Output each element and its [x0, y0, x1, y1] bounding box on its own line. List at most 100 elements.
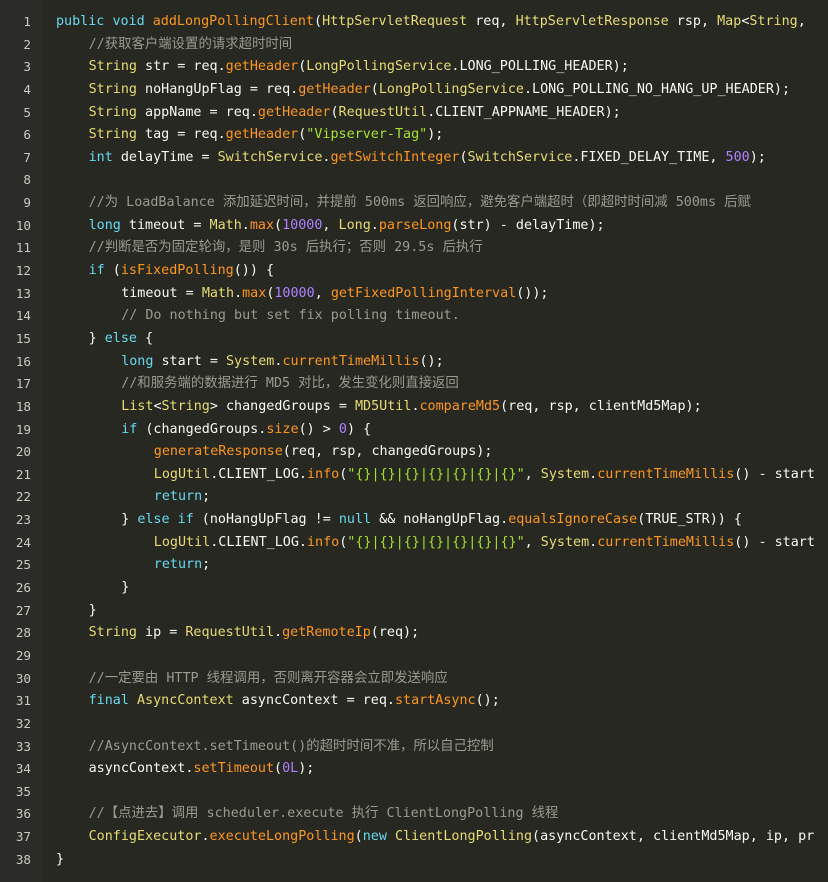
code-token: int	[88, 149, 113, 165]
code-text: }	[89, 600, 97, 623]
code-line[interactable]: 13 timeout = Math.max(10000, getFixedPoll…	[0, 283, 828, 306]
code-line[interactable]: 3 String str = req.getHeader(LongPollingS…	[0, 56, 828, 79]
code-token: .LONG_POLLING_HEADER);	[451, 59, 629, 75]
code-text: String noHangUpFlag = req.getHeader(Long…	[89, 79, 790, 102]
code-token: delayTime =	[112, 149, 218, 165]
code-token: "{}|{}|{}|{}|{}|{}|{}"	[347, 466, 525, 482]
code-token: ClientLongPolling	[394, 829, 533, 845]
line-number: 17	[15, 376, 31, 392]
code-editor[interactable]: 1 public void addLongPollingClient(HttpSe…	[0, 0, 828, 882]
code-line[interactable]: 30 //一定要由 HTTP 线程调用，否则离开容器会立即发送响应	[0, 668, 828, 691]
code-line[interactable]: 26}	[0, 577, 828, 600]
code-text: }	[56, 849, 64, 872]
code-token: String	[749, 14, 798, 29]
code-line[interactable]: 18 List<String> changedGroups = MD5Util.c…	[0, 396, 828, 419]
code-line[interactable]: 37 ConfigExecutor.executeLongPolling(new …	[0, 826, 828, 849]
code-line[interactable]: 28 String ip = RequestUtil.getRemoteIp(re…	[0, 622, 828, 645]
code-token: (noHangUpFlag !=	[193, 512, 339, 528]
code-line[interactable]: 34 asyncContext.setTimeout(0L);	[0, 758, 828, 781]
line-number: 9	[23, 195, 31, 211]
line-number: 20	[15, 444, 31, 460]
line-number: 22	[15, 489, 31, 505]
code-text: return;	[154, 486, 210, 509]
code-token: info	[306, 466, 340, 482]
code-line[interactable]: 17 //和服务端的数据进行 MD5 对比，发生变化则直接返回	[0, 373, 828, 396]
code-token: LongPollingService	[306, 59, 452, 75]
code-line[interactable]: 38}	[0, 849, 828, 872]
code-line[interactable]: 14 // Do nothing but set fix polling time…	[0, 305, 828, 328]
line-number: 14	[15, 308, 31, 324]
code-token: LongPollingService	[378, 81, 524, 97]
code-line[interactable]: 11 //判断是否为固定轮询，是则 30s 后执行；否则 29.5s 后执行	[0, 237, 828, 260]
code-line[interactable]: 32	[0, 713, 828, 736]
code-line[interactable]: 10 long timeout = Math.max(10000, Long.pa…	[0, 215, 828, 238]
code-token: ) {	[346, 421, 372, 437]
code-line[interactable]: 7 int delayTime = SwitchService.getSwitch…	[0, 147, 828, 170]
code-text: ConfigExecutor.executeLongPolling(new Cl…	[89, 826, 815, 849]
code-token: (str) - delayTime);	[451, 217, 605, 233]
code-token: ,	[524, 534, 541, 550]
code-token: getHeader	[257, 104, 331, 120]
line-number: 30	[15, 670, 31, 686]
code-line[interactable]: 33 //AsyncContext.setTimeout()的超时时间不准，所以自…	[0, 736, 828, 759]
code-line[interactable]: 35	[0, 781, 828, 804]
code-token: return	[153, 557, 203, 573]
line-number: 35	[15, 783, 31, 799]
code-token: .LONG_POLLING_NO_HANG_UP_HEADER);	[523, 81, 791, 97]
code-line[interactable]: 12 if (isFixedPolling()) {	[0, 260, 828, 283]
code-token: else	[104, 330, 137, 346]
code-line[interactable]: 6 String tag = req.getHeader("Vipserver-T…	[0, 124, 828, 147]
code-text: //为 LoadBalance 添加延迟时间，并提前 500ms 返回响应，避免…	[89, 192, 751, 215]
code-token: (req, rsp, clientMd5Map);	[500, 398, 702, 414]
code-line[interactable]: 24 LogUtil.CLIENT_LOG.info("{}|{}|{}|{}|{…	[0, 532, 828, 555]
code-line[interactable]: 8	[0, 169, 828, 192]
code-token: //为 LoadBalance 添加延迟时间，并提前 500ms 返回响应，避免…	[88, 195, 751, 211]
code-line[interactable]: 29	[0, 645, 828, 668]
code-token: AsyncContext	[136, 693, 234, 709]
code-token: getFixedPollingInterval	[330, 285, 517, 301]
code-line[interactable]: 5 String appName = req.getHeader(RequestU…	[0, 102, 828, 125]
code-text: if (isFixedPolling()) {	[89, 260, 274, 283]
code-line[interactable]: 31 final AsyncContext asyncContext = req.…	[0, 690, 828, 713]
code-token: if	[88, 263, 105, 279]
code-token: .	[201, 829, 210, 845]
code-line[interactable]: 2 //获取客户端设置的请求超时时间	[0, 34, 828, 57]
code-text: //获取客户端设置的请求超时时间	[89, 34, 293, 57]
code-token: ,	[314, 285, 331, 301]
code-token: parseLong	[378, 217, 452, 233]
code-line[interactable]: 22 return;	[0, 486, 828, 509]
code-line[interactable]: 4 String noHangUpFlag = req.getHeader(Lon…	[0, 79, 828, 102]
code-line[interactable]: 16 long start = System.currentTimeMillis(…	[0, 351, 828, 374]
code-line[interactable]: 19 if (changedGroups.size() > 0) {	[0, 419, 828, 442]
code-line[interactable]: 21 LogUtil.CLIENT_LOG.info("{}|{}|{}|{}|{…	[0, 464, 828, 487]
code-token: //一定要由 HTTP 线程调用，否则离开容器会立即发送响应	[88, 670, 448, 686]
line-number: 6	[23, 127, 31, 143]
line-number: 24	[15, 534, 31, 550]
line-number: 13	[15, 285, 31, 301]
code-token: (asyncContext, clientMd5Map, ip, pr	[532, 829, 815, 845]
code-token: long	[88, 217, 121, 233]
code-token: .CLIENT_APPNAME_HEADER);	[427, 104, 621, 120]
code-token: .	[411, 398, 420, 414]
code-token: ;	[202, 489, 211, 505]
code-token: executeLongPolling	[209, 829, 355, 845]
code-text: //判断是否为固定轮询，是则 30s 后执行；否则 29.5s 后执行	[89, 237, 483, 260]
code-line[interactable]: 9 //为 LoadBalance 添加延迟时间，并提前 500ms 返回响应，避…	[0, 192, 828, 215]
code-line[interactable]: 20 generateResponse(req, rsp, changedGrou…	[0, 441, 828, 464]
code-text: //和服务端的数据进行 MD5 对比，发生变化则直接返回	[121, 373, 459, 396]
code-token: //和服务端的数据进行 MD5 对比，发生变化则直接返回	[121, 376, 459, 392]
code-line[interactable]: 23} else if (noHangUpFlag != null && noH…	[0, 509, 828, 532]
code-line[interactable]: 1 public void addLongPollingClient(HttpSe…	[0, 11, 828, 34]
code-token: // Do nothing but set fix polling timeou…	[121, 308, 460, 324]
code-token: addLongPollingClient	[152, 14, 314, 29]
code-token: //判断是否为固定轮询，是则 30s 后执行；否则 29.5s 后执行	[88, 240, 483, 256]
code-line[interactable]: 25 return;	[0, 554, 828, 577]
code-token: ;	[202, 557, 211, 573]
code-line[interactable]: 36 //【点进去】调用 scheduler.execute 执行 ClientL…	[0, 803, 828, 826]
code-line[interactable]: 27}	[0, 600, 828, 623]
code-text: LogUtil.CLIENT_LOG.info("{}|{}|{}|{}|{}|…	[154, 532, 815, 555]
code-text: timeout = Math.max(10000, getFixedPollin…	[121, 283, 548, 306]
line-number: 32	[15, 715, 31, 731]
code-line[interactable]: 15} else {	[0, 328, 828, 351]
